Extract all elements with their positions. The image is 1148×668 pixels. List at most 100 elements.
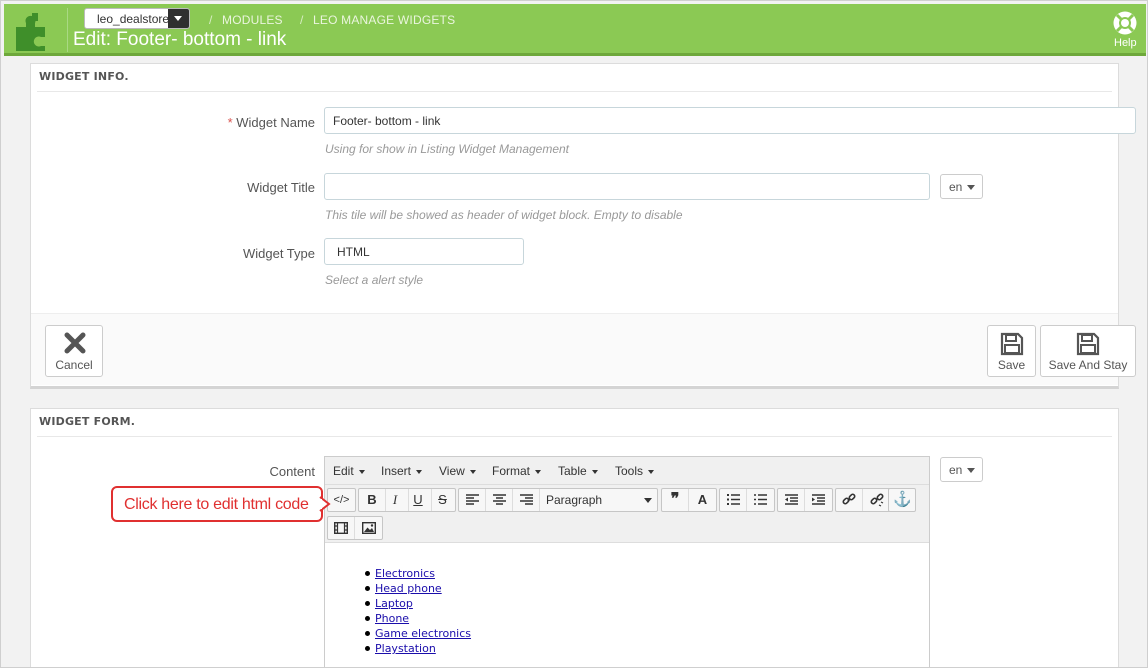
content-link-list: Electronics Head phone Laptop Phone Game… <box>364 566 471 656</box>
puzzle-logo-icon <box>16 13 45 51</box>
anchor-icon[interactable]: ⚓ <box>889 489 916 511</box>
close-icon <box>64 332 86 354</box>
content-link-head-phone[interactable]: Head phone <box>375 582 442 595</box>
align-left-icon[interactable] <box>459 489 486 511</box>
divider <box>37 436 1112 437</box>
widget-title-help: This tile will be showed as header of wi… <box>325 208 683 222</box>
widget-name-help: Using for show in Listing Widget Managem… <box>325 142 570 156</box>
outdent-icon[interactable] <box>778 489 805 511</box>
widget-name-value: Footer- bottom - link <box>333 114 441 128</box>
page-title: Edit: Footer- bottom - link <box>73 29 287 50</box>
panel-footer: Cancel Save Save And Stay <box>31 313 1136 385</box>
breadcrumb-modules[interactable]: MODULES <box>222 13 283 27</box>
header-divider <box>67 8 68 52</box>
app-window: leo_dealstore / MODULES / LEO MANAGE WID… <box>0 0 1148 668</box>
title-language-dropdown[interactable]: en <box>940 174 983 199</box>
bullet-list-icon[interactable] <box>720 489 747 511</box>
tool-group: </> <box>327 488 356 512</box>
strikethrough-icon[interactable]: S <box>429 489 456 511</box>
list-item: Playstation <box>364 641 471 656</box>
image-icon[interactable] <box>355 517 382 539</box>
widget-title-label: Widget Title <box>247 180 315 195</box>
widget-name-input[interactable]: Footer- bottom - link <box>324 107 1136 134</box>
menu-table[interactable]: Table <box>558 464 598 478</box>
list-item: Laptop <box>364 596 471 611</box>
tool-group: ❞ A <box>661 488 717 512</box>
shop-select-label: leo_dealstore <box>97 12 169 26</box>
language-code: en <box>949 463 963 477</box>
breadcrumb-leo-manage-widgets[interactable]: LEO MANAGE WIDGETS <box>313 13 455 27</box>
media-video-icon[interactable] <box>328 517 355 539</box>
align-center-icon[interactable] <box>486 489 513 511</box>
widget-type-value: HTML <box>337 245 370 259</box>
tool-group <box>719 488 775 512</box>
paragraph-format-value: Paragraph <box>546 493 603 507</box>
lifebuoy-help-icon[interactable] <box>1112 10 1138 36</box>
breadcrumb-separator: / <box>209 13 213 27</box>
save-and-stay-button[interactable]: Save And Stay <box>1040 325 1136 377</box>
editor-toolbar: </> B I U S Paragraph ❞ A ⚓ <box>325 485 929 543</box>
link-icon[interactable] <box>836 489 863 511</box>
menu-format[interactable]: Format <box>492 464 541 478</box>
cancel-label: Cancel <box>55 358 93 372</box>
annotation-callout: Click here to edit html code <box>111 486 323 522</box>
unlink-icon[interactable] <box>863 489 890 511</box>
content-link-game-electronics[interactable]: Game electronics <box>375 627 471 640</box>
save-and-stay-label: Save And Stay <box>1048 358 1128 372</box>
content-label: Content <box>269 464 315 479</box>
widget-name-label-text: Widget Name <box>236 115 315 130</box>
widget-type-label: Widget Type <box>242 246 315 261</box>
content-link-playstation[interactable]: Playstation <box>375 642 436 655</box>
tool-group: ⚓ <box>888 488 916 512</box>
numbered-list-icon[interactable] <box>747 489 774 511</box>
callout-pointer-icon <box>319 496 331 512</box>
tool-group: B I U S <box>358 488 456 512</box>
editor-content-area[interactable]: Electronics Head phone Laptop Phone Game… <box>325 544 929 667</box>
content-language-dropdown[interactable]: en <box>940 457 983 482</box>
menu-insert[interactable]: Insert <box>381 464 422 478</box>
tool-group <box>327 516 383 540</box>
widget-name-label: * Widget Name <box>115 115 315 130</box>
save-label: Save <box>997 358 1026 372</box>
widget-info-panel: WIDGET INFO. * Widget Name Footer- botto… <box>30 63 1136 389</box>
tool-group: Paragraph <box>458 488 658 512</box>
underline-icon[interactable]: U <box>405 489 432 511</box>
language-code: en <box>949 180 963 194</box>
paragraph-format-select[interactable]: Paragraph <box>541 489 658 511</box>
list-item: Head phone <box>364 581 471 596</box>
list-item: Phone <box>364 611 471 626</box>
chevron-down-icon[interactable] <box>168 9 189 28</box>
top-header: leo_dealstore / MODULES / LEO MANAGE WID… <box>4 4 1146 56</box>
list-item: Electronics <box>364 566 471 581</box>
text-color-icon[interactable]: A <box>689 489 716 511</box>
widget-type-help: Select a alert style <box>325 273 424 287</box>
rich-text-editor: Edit Insert View Format Table Tools </> … <box>324 456 930 667</box>
required-mark: * <box>227 115 233 130</box>
cancel-button[interactable]: Cancel <box>45 325 103 377</box>
indent-icon[interactable] <box>805 489 832 511</box>
widget-form-heading: WIDGET FORM. <box>39 415 136 428</box>
align-right-icon[interactable] <box>513 489 540 511</box>
editor-menubar: Edit Insert View Format Table Tools <box>325 457 929 485</box>
menu-edit[interactable]: Edit <box>333 464 365 478</box>
annotation-text: Click here to edit html code <box>124 496 309 513</box>
floppy-disk-icon <box>1000 332 1024 356</box>
menu-tools[interactable]: Tools <box>615 464 654 478</box>
content-link-laptop[interactable]: Laptop <box>375 597 413 610</box>
breadcrumb-separator: / <box>300 13 304 27</box>
floppy-disk-icon <box>1076 332 1100 356</box>
content-link-phone[interactable]: Phone <box>375 612 409 625</box>
tool-group <box>835 488 891 512</box>
save-button[interactable]: Save <box>987 325 1036 377</box>
content-link-electronics[interactable]: Electronics <box>375 567 435 580</box>
widget-title-input[interactable] <box>324 173 930 200</box>
divider <box>37 91 1112 92</box>
blockquote-icon[interactable]: ❞ <box>662 489 689 511</box>
menu-view[interactable]: View <box>439 464 476 478</box>
tool-group <box>777 488 833 512</box>
source-code-icon[interactable]: </> <box>328 489 355 511</box>
list-item: Game electronics <box>364 626 471 641</box>
widget-type-select[interactable]: HTML <box>324 238 524 265</box>
shop-select[interactable]: leo_dealstore <box>84 8 190 29</box>
help-label[interactable]: Help <box>1114 37 1137 49</box>
